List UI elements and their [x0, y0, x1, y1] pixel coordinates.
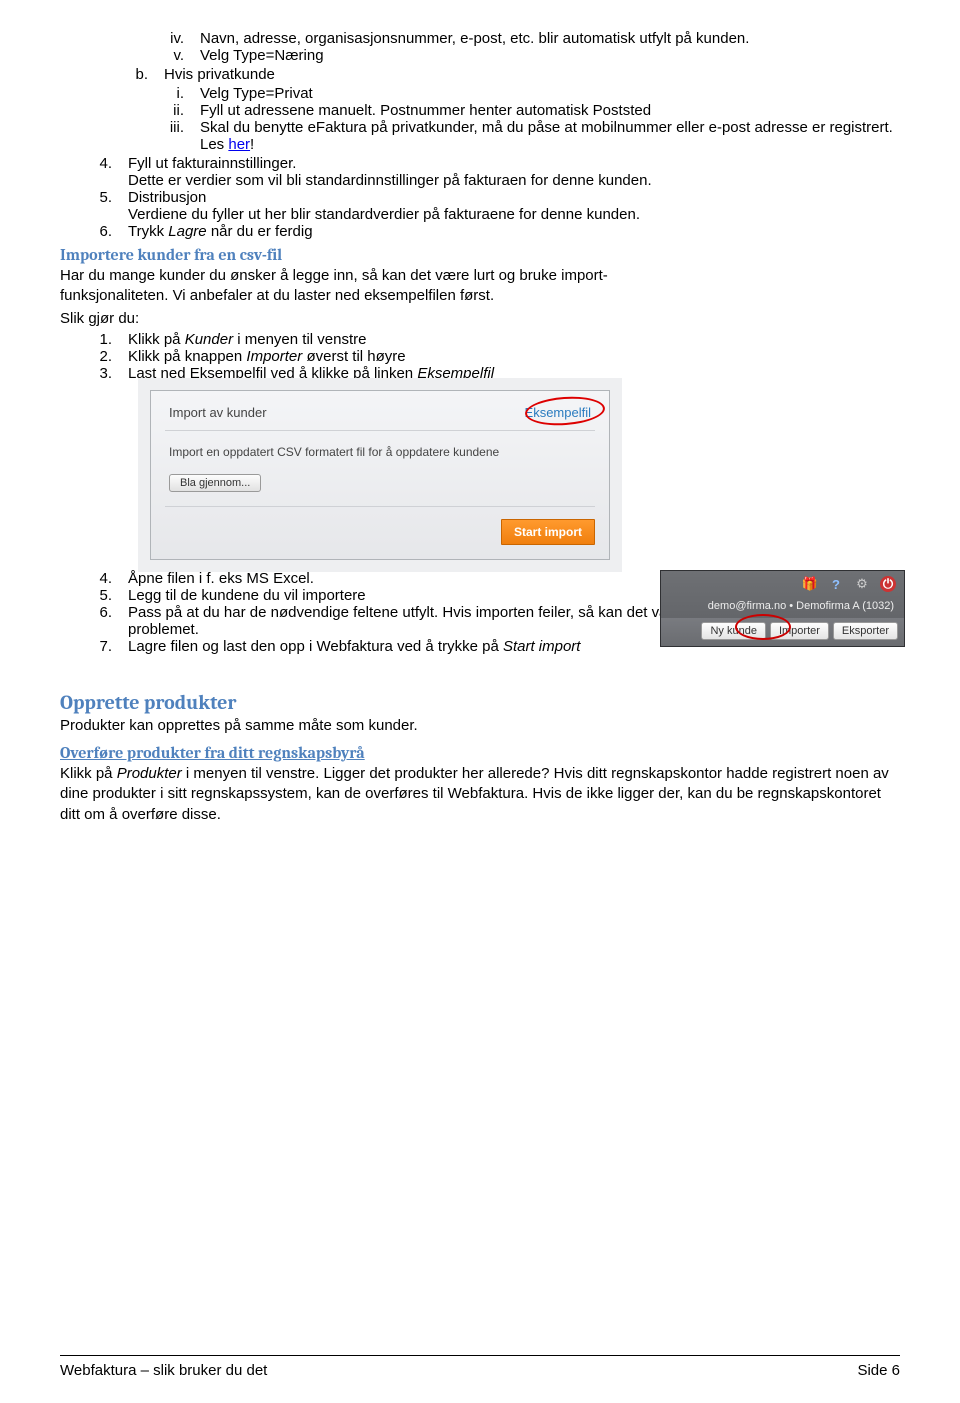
heading-import-csv: Importere kunder fra en csv-fil: [60, 246, 900, 264]
para-italic: Produkter: [117, 765, 182, 782]
list-marker: iii.: [60, 119, 200, 153]
start-import-button[interactable]: Start import: [501, 519, 595, 545]
list-marker: 5.: [60, 189, 128, 223]
screenshot-toolbar: 🎁 ? ⚙ ⏻ demo@firma.no • Demofirma A (103…: [660, 570, 905, 647]
list-marker: 6.: [60, 223, 128, 240]
dialog-description: Import en oppdatert CSV formatert fil fo…: [151, 431, 609, 469]
list-text-part: Lagre filen og last den opp i Webfaktura…: [128, 638, 503, 655]
breadcrumb: demo@firma.no • Demofirma A (1032): [661, 596, 904, 618]
list-text-part: Skal du benytte eFaktura på privatkunder…: [200, 119, 893, 153]
list-text-part: Last ned Eksempelfil ved å klikke på lin…: [128, 365, 417, 382]
list-text: Skal du benytte eFaktura på privatkunder…: [200, 119, 900, 153]
list-text: Klikk på Kunder i menyen til venstre: [128, 331, 900, 348]
list-text-part: Klikk på knappen: [128, 348, 246, 365]
list-text: Velg Type=Privat: [200, 85, 900, 102]
gift-icon[interactable]: 🎁: [802, 576, 818, 592]
heading-transfer-products: Overføre produkter fra ditt regnskapsbyr…: [60, 744, 900, 762]
footer-right: Side 6: [857, 1362, 900, 1379]
list-text-italic: Lagre: [168, 223, 206, 240]
list-line: Dette er verdier som vil bli standardinn…: [128, 172, 900, 189]
list-text-part: øverst til høyre: [302, 348, 405, 365]
list-text: Hvis privatkunde: [164, 66, 900, 83]
list-marker: b.: [60, 66, 164, 83]
list-line: Distribusjon: [128, 189, 900, 206]
list-text-italic: Eksempelfil: [417, 365, 494, 382]
screenshot-import-dialog: Import av kunder Eksempelfil Import en o…: [150, 390, 610, 560]
list-text: Trykk Lagre når du er ferdig: [128, 223, 900, 240]
list-text-part: i menyen til venstre: [233, 331, 366, 348]
list-marker: 5.: [60, 587, 128, 604]
eksempelfil-link[interactable]: Eksempelfil: [525, 405, 591, 420]
divider: [165, 506, 595, 507]
power-icon[interactable]: ⏻: [880, 576, 896, 592]
importer-button[interactable]: Importer: [770, 622, 829, 640]
transfer-paragraph: Klikk på Produkter i menyen til venstre.…: [60, 764, 900, 825]
list-marker: 4.: [60, 155, 128, 189]
footer-left: Webfaktura – slik bruker du det: [60, 1362, 267, 1379]
list-text: Last ned Eksempelfil ved å klikke på lin…: [128, 365, 900, 382]
para-part: i menyen til venstre. Ligger det produkt…: [60, 765, 889, 823]
list-text-italic: Importer: [246, 348, 302, 365]
list-marker: 1.: [60, 331, 128, 348]
list-text-part: Klikk på: [128, 331, 185, 348]
eksporter-button[interactable]: Eksporter: [833, 622, 898, 640]
list-text: Navn, adresse, organisasjonsnummer, e-po…: [200, 30, 900, 47]
list-line: Fyll ut fakturainnstillinger.: [128, 155, 900, 172]
list-text: Klikk på knappen Importer øverst til høy…: [128, 348, 900, 365]
list-text-italic: Start import: [503, 638, 581, 655]
ny-kunde-button[interactable]: Ny kunde: [701, 622, 765, 640]
her-link[interactable]: her: [228, 136, 250, 153]
browse-button[interactable]: Bla gjennom...: [169, 474, 261, 492]
import-intro: Slik gjør du:: [60, 309, 900, 329]
list-marker: i.: [60, 85, 200, 102]
list-marker: v.: [60, 47, 200, 64]
para-part: Klikk på: [60, 765, 117, 782]
list-text: Fyll ut fakturainnstillinger. Dette er v…: [128, 155, 900, 189]
list-marker: 6.: [60, 604, 128, 638]
list-text: Velg Type=Næring: [200, 47, 900, 64]
heading-opprette-produkter: Opprette produkter: [60, 691, 900, 714]
list-marker: 3.: [60, 365, 128, 382]
help-icon[interactable]: ?: [828, 576, 844, 592]
list-text-part: Trykk: [128, 223, 168, 240]
gear-icon[interactable]: ⚙: [854, 576, 870, 592]
list-text: Fyll ut adressene manuelt. Postnummer he…: [200, 102, 900, 119]
list-text-part: !: [250, 136, 254, 153]
list-marker: 4.: [60, 570, 128, 587]
footer-rule: [60, 1355, 900, 1356]
list-line: Verdiene du fyller ut her blir standardv…: [128, 206, 900, 223]
list-marker: 7.: [60, 638, 128, 655]
import-paragraph: Har du mange kunder du ønsker å legge in…: [60, 266, 620, 307]
list-marker: iv.: [60, 30, 200, 47]
list-text: Distribusjon Verdiene du fyller ut her b…: [128, 189, 900, 223]
dialog-title: Import av kunder: [169, 405, 267, 420]
list-text-italic: Kunder: [185, 331, 233, 348]
products-paragraph: Produkter kan opprettes på samme måte so…: [60, 716, 900, 736]
list-text-part: når du er ferdig: [207, 223, 313, 240]
list-marker: ii.: [60, 102, 200, 119]
page-footer: Webfaktura – slik bruker du det Side 6: [60, 1355, 900, 1379]
list-marker: 2.: [60, 348, 128, 365]
